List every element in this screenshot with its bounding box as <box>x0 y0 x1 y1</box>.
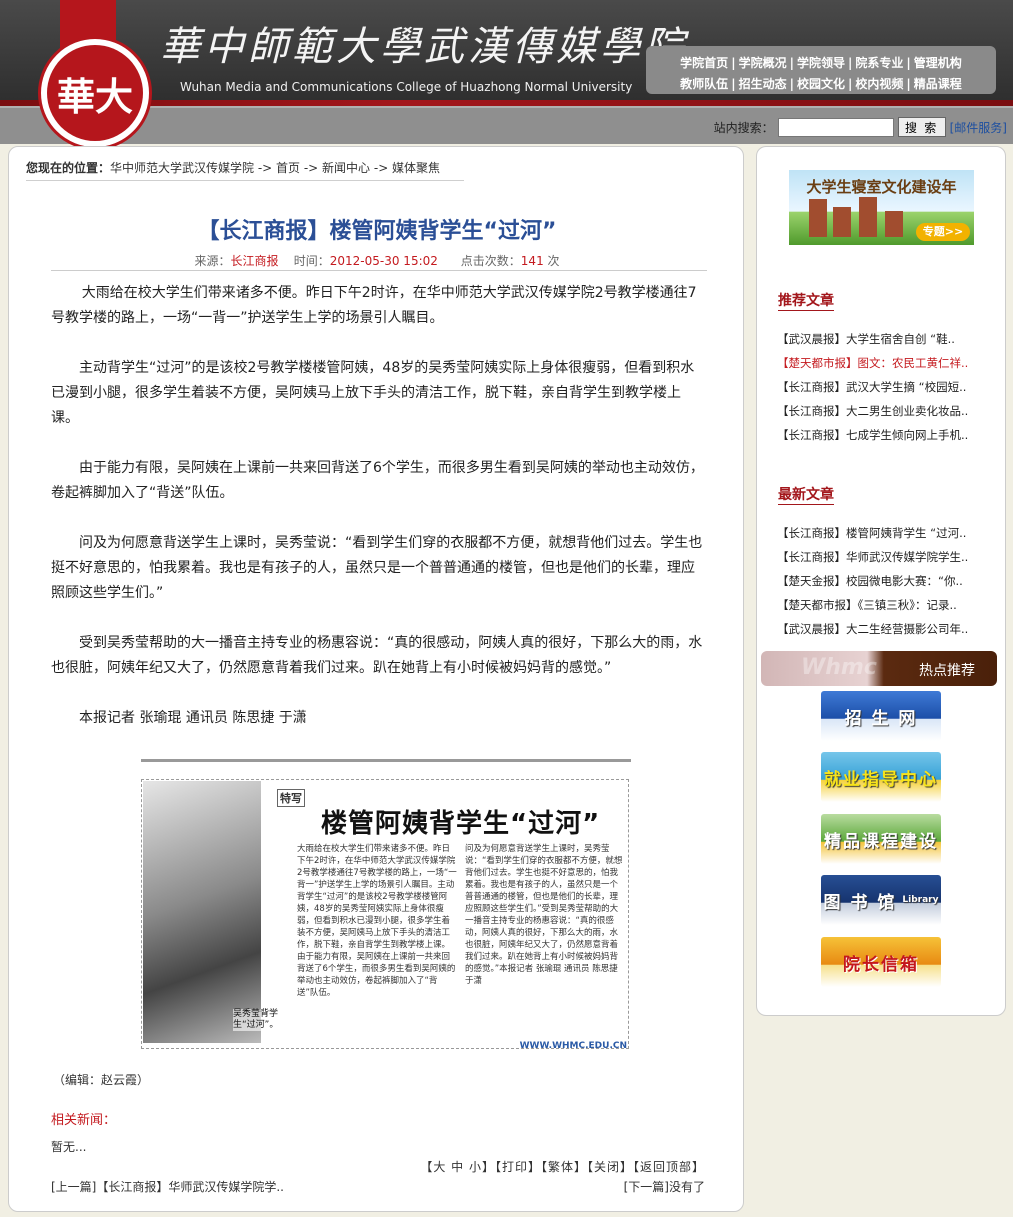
article-time: 2012-05-30 15:02 <box>329 254 438 268</box>
search-input[interactable] <box>777 117 894 137</box>
hot-recommend-bar: Whmc 热点推荐 <box>761 651 997 686</box>
list-item[interactable]: 【长江商报】武汉大学生摘 “校园短.. <box>777 375 982 399</box>
banner-building-2 <box>833 207 851 237</box>
library-link[interactable]: 图 书 馆 Library <box>821 875 941 925</box>
hot-watermark: Whmc <box>801 655 877 680</box>
latest-list: 【长江商报】楼管阿姨背学生 “过河.. 【长江商报】华师武汉传媒学院学生.. 【… <box>777 521 982 641</box>
dorm-culture-banner[interactable]: 大学生寝室文化建设年 专题>> <box>789 170 974 245</box>
search-label: 站内搜索： <box>713 120 774 135</box>
list-item[interactable]: 【楚天都市报】《三镇三秋》：记录.. <box>777 593 982 617</box>
nav-row-2: 教师队伍 | 招生动态 | 校园文化 | 校内视频 | 精品课程 <box>680 77 962 91</box>
list-item[interactable]: 【楚天金报】校园微电影大赛：“你.. <box>777 569 982 593</box>
article-panel: 您现在的位置：华中师范大学武汉传媒学院 -> 首页 -> 新闻中心 -> 媒体聚… <box>8 146 744 1212</box>
clip-column-2: 问及为何愿意背送学生上课时，吴秀莹说：“看到学生们穿的衣服都不方便，就想背他们过… <box>465 844 623 986</box>
site-title-en: Wuhan Media and Communications College o… <box>180 80 633 94</box>
source-label: 来源： <box>194 254 231 268</box>
article-title: 【长江商报】楼管阿姨背学生“过河” <box>197 219 557 244</box>
article-clicks: 141 <box>520 254 544 268</box>
clip-tag: 特写 <box>277 789 305 807</box>
search-button[interactable]: 搜 索 <box>897 117 946 137</box>
logo-emblem: 華大 <box>47 45 143 141</box>
nav-row-1: 学院首页 | 学院概况 | 学院领导 | 院系专业 | 管理机构 <box>680 56 962 70</box>
sidebar: 大学生寝室文化建设年 专题>> 推荐文章 【武汉晨报】大学生宿舍自创 “鞋.. … <box>756 146 1006 1016</box>
list-item[interactable]: 【武汉晨报】大二生经营摄影公司年.. <box>777 617 982 641</box>
clip-watermark-url: WWW.WHMC.EDU.CN <box>519 1041 627 1051</box>
latest-title: 最新文章 <box>778 484 834 505</box>
nav-leaders[interactable]: 学院领导 <box>797 56 845 70</box>
admissions-link[interactable]: 招 生 网 <box>821 691 941 741</box>
nav-departments[interactable]: 院系专业 <box>855 56 903 70</box>
article-source: 长江商报 <box>230 254 279 268</box>
banner-building-1 <box>809 199 827 237</box>
clip-photo-caption: 吴秀莹背学生“过河”。 <box>233 1009 291 1031</box>
list-item[interactable]: 【长江商报】楼管阿姨背学生 “过河.. <box>777 521 982 545</box>
clip-column-1: 大雨给在校大学生们带来诸多不便。昨日下午2时许，在华中师范大学武汉传媒学院2号教… <box>297 844 457 998</box>
nav-admissions[interactable]: 招生动态 <box>739 77 787 91</box>
career-guidance-link[interactable]: 就业指导中心 <box>821 752 941 802</box>
list-item[interactable]: 【武汉晨报】大学生宿舍自创 “鞋.. <box>777 327 982 351</box>
meta-divider <box>51 270 707 271</box>
article-body: 大雨给在校大学生们带来诸多不便。昨日下午2时许，在华中师范大学武汉传媒学院2号教… <box>51 281 707 756</box>
article-paragraph: 大雨给在校大学生们带来诸多不便。昨日下午2时许，在华中师范大学武汉传媒学院2号教… <box>51 285 697 326</box>
main-nav: 学院首页 | 学院概况 | 学院领导 | 院系专业 | 管理机构 教师队伍 | 招生动态 | 校园文化 |… <box>646 46 996 94</box>
quality-courses-link[interactable]: 精品课程建设 <box>821 814 941 864</box>
site-header: 華中師範大學武漢傳媒學院 Wuhan Media and Communicati… <box>0 0 1013 103</box>
clip-headline: 楼管阿姨背学生“过河” <box>321 809 601 839</box>
list-item[interactable]: 【长江商报】七成学生倾向网上手机.. <box>777 423 982 447</box>
list-item[interactable]: 【楚天都市报】图文：农民工黄仁祥.. <box>777 351 982 375</box>
article-paragraph: 主动背学生“过河”的是该校2号教学楼楼管阿姨，48岁的吴秀莹阿姨实际上身体很瘦弱… <box>51 360 695 426</box>
hot-recommend-label: 热点推荐 <box>919 663 975 679</box>
article-tools[interactable]: 【大 中 小】【打印】【繁体】【关闭】【返回顶部】 <box>420 1158 705 1175</box>
library-label: 图 书 馆 <box>823 892 897 913</box>
clip-top-rule <box>141 759 631 762</box>
nav-overview[interactable]: 学院概况 <box>739 56 787 70</box>
nav-home[interactable]: 学院首页 <box>680 56 728 70</box>
banner-topic-button[interactable]: 专题>> <box>916 223 970 241</box>
editor-credit: （编辑：赵云霞） <box>53 1073 150 1087</box>
president-mailbox-link[interactable]: 院长信箱 <box>821 937 941 987</box>
university-logo[interactable]: 華大 <box>38 36 152 150</box>
article-paragraph: 受到吴秀莹帮助的大一播音主持专业的杨惠容说：“真的很感动，阿姨人真的很好，下那么… <box>51 635 703 676</box>
article-paragraph: 问及为何愿意背送学生上课时，吴秀莹说：“看到学生们穿的衣服都不方便，就想背他们过… <box>51 535 703 601</box>
breadcrumb-label: 您现在的位置： <box>26 161 111 175</box>
mail-service-link[interactable]: [邮件服务] <box>950 119 1007 136</box>
breadcrumb-path[interactable]: 华中师范大学武汉传媒学院 -> 首页 -> 新闻中心 -> 媒体聚焦 <box>110 161 440 175</box>
recommended-title: 推荐文章 <box>778 290 834 311</box>
nav-videos[interactable]: 校内视频 <box>855 77 903 91</box>
banner-title: 大学生寝室文化建设年 <box>806 178 957 196</box>
clicks-label: 点击次数： <box>460 254 521 268</box>
article-byline: 本报记者 张瑜琨 通讯员 陈思捷 于潇 <box>79 710 307 726</box>
banner-building-3 <box>859 197 877 237</box>
clicks-unit: 次 <box>547 254 560 268</box>
clip-photo <box>143 781 261 1043</box>
site-title-cn: 華中師範大學武漢傳媒學院 <box>160 24 688 70</box>
list-item[interactable]: 【长江商报】华师武汉传媒学院学生.. <box>777 545 982 569</box>
banner-building-4 <box>885 211 903 237</box>
newspaper-clipping-image: 吴秀莹背学生“过河”。 特写 楼管阿姨背学生“过河” 大雨给在校大学生们带来诸多… <box>141 759 631 1055</box>
site-search: 站内搜索： 搜 索 [邮件服务] <box>714 117 1007 137</box>
nav-courses[interactable]: 精品课程 <box>914 77 962 91</box>
library-en-label: Library <box>902 895 939 905</box>
nav-admin[interactable]: 管理机构 <box>914 56 962 70</box>
recommended-list: 【武汉晨报】大学生宿舍自创 “鞋.. 【楚天都市报】图文：农民工黄仁祥.. 【长… <box>777 327 982 447</box>
time-label: 时间： <box>293 254 330 268</box>
breadcrumb: 您现在的位置：华中师范大学武汉传媒学院 -> 首页 -> 新闻中心 -> 媒体聚… <box>26 159 464 181</box>
prev-article-link[interactable]: [上一篇]【长江商报】华师武汉传媒学院学.. <box>51 1178 284 1195</box>
article-paragraph: 由于能力有限，吴阿姨在上课前一共来回背送了6个学生，而很多男生看到吴阿姨的举动也… <box>51 460 704 501</box>
related-news-title: 相关新闻： <box>51 1113 117 1128</box>
nav-faculty[interactable]: 教师队伍 <box>680 77 728 91</box>
related-news-empty: 暂无... <box>51 1140 87 1154</box>
next-article-link[interactable]: [下一篇]没有了 <box>624 1178 705 1195</box>
list-item[interactable]: 【长江商报】大二男生创业卖化妆品.. <box>777 399 982 423</box>
nav-campus-culture[interactable]: 校园文化 <box>797 77 845 91</box>
article-meta: 来源：长江商报 时间：2012-05-30 15:02 点击次数：141 次 <box>9 252 745 269</box>
